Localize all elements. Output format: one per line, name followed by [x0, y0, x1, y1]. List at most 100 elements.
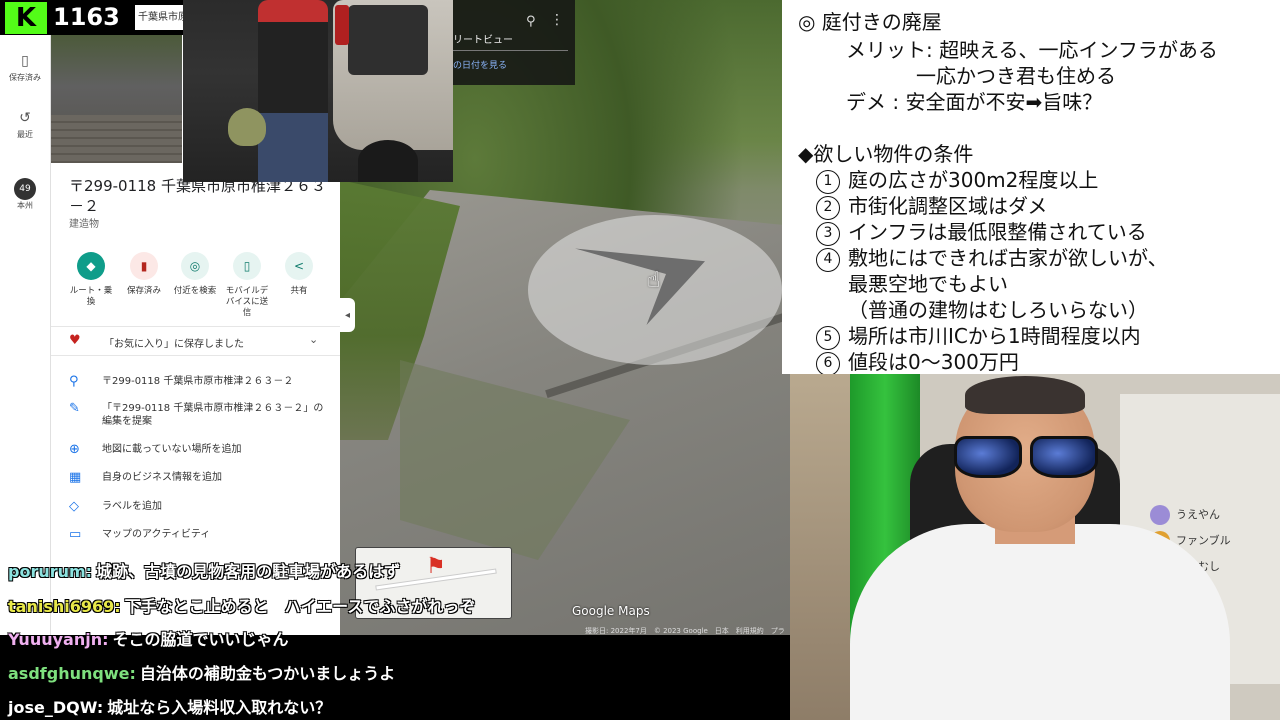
directions-button[interactable]: ◆ ルート・乗換 [69, 252, 113, 308]
google-maps-logo: Google Maps [572, 604, 650, 618]
chat-text: 下手なとこ止めると ハイエースでふさがれっぞ [124, 597, 476, 616]
chat-text: 城跡、古墳の見物客用の駐車場があるはず [96, 562, 401, 581]
van-wheel [358, 140, 418, 182]
chat-message: tanishi6969: 下手なとこ止めると ハイエースでふさがれっぞ [8, 593, 475, 617]
streetview-title: リートビュー [453, 35, 513, 46]
webcam-feed: うえやん ファンブル ぞなむし み [790, 374, 1280, 720]
condition-text: インフラは最低限整備されている [848, 220, 1147, 244]
chat-message: jose_DQW: 城址なら入場料収入取れない？ [8, 694, 331, 718]
slide-conditions-heading: ◆欲しい物件の条件 [798, 142, 974, 166]
info-text: 地図に載っていない場所を追加 [102, 444, 242, 455]
action-label: 付近を検索 [173, 286, 217, 296]
action-label: 共有 [290, 286, 308, 296]
location-pin-icon[interactable]: ⚲ [526, 14, 536, 29]
hand-cursor-icon: ☝ [647, 268, 661, 293]
info-text: 自身のビジネス情報を追加 [102, 472, 222, 483]
directions-icon: ◆ [77, 252, 105, 280]
nearby-icon: ◎ [181, 252, 209, 280]
nearby-button[interactable]: ◎ 付近を検索 [173, 252, 217, 297]
slide-merit-cont: 一応かつき君も住める [916, 64, 1116, 88]
condition-number: 6 [816, 352, 840, 376]
bag [228, 108, 266, 146]
condition-text: 庭の広さが300m2程度以上 [848, 168, 1099, 192]
streetview-header: ⚲ ⋮ リートビュー の日付を見る [450, 0, 575, 85]
kick-logo-icon: K [5, 2, 47, 34]
viewer-hud: K 1163 千葉県市原市 [0, 0, 186, 35]
chat-username: asdfghunqwe: [8, 664, 136, 683]
activity-icon: ▭ [69, 527, 82, 542]
inset-video [183, 0, 453, 182]
rail-item-saved[interactable]: ▯ 保存済み [0, 53, 50, 83]
bookmark-icon: ▯ [21, 53, 29, 69]
chat-text: そこの脇道でいいじゃん [112, 630, 289, 649]
label-icon: ◇ [69, 499, 79, 514]
location-pin-icon: ⚲ [69, 374, 79, 389]
info-text: 〒299-0118 千葉県市原市椎津２６３－２ [102, 376, 294, 387]
map-pin-icon: ⚑ [426, 554, 446, 579]
rail-item-recent[interactable]: ↺ 最近 [0, 110, 50, 140]
condition-number: 4 [816, 248, 840, 272]
send-to-phone-button[interactable]: ▯ モバイルデバイスに送信 [225, 252, 269, 319]
chat-text: 城址なら入場料収入取れない？ [107, 698, 332, 717]
member-entry: うえやん [1150, 505, 1220, 525]
lens [1030, 436, 1098, 478]
place-type: 建造物 [69, 219, 99, 230]
condition-6: 6 値段は0〜300万円 [816, 346, 1019, 376]
van-window [348, 5, 428, 75]
chat-message: Yuuuyanjn: そこの脇道でいいじゃん [8, 626, 289, 650]
chat-message: asdfghunqwe: 自治体の補助金もつかいましょうよ [8, 660, 395, 684]
condition-4-note: （普通の建物はむしろいらない） [848, 298, 1148, 322]
slide-merit: メリット: 超映える、一応インフラがある [846, 38, 1218, 62]
viewer-count: 1163 [53, 3, 120, 31]
lens [954, 436, 1022, 478]
saved-button[interactable]: ▮ 保存済み [122, 252, 166, 297]
action-label: 保存済み [126, 286, 161, 296]
condition-text: 敷地にはできれば古家が欲しいが、 [848, 246, 1168, 270]
add-location-icon: ⊕ [69, 442, 80, 457]
history-icon: ↺ [19, 110, 31, 126]
more-options-icon[interactable]: ⋮ [550, 12, 564, 28]
avatar [1150, 505, 1170, 525]
store-icon: ▦ [69, 470, 82, 485]
chat-username: porurum: [8, 562, 93, 581]
search-box-fragment[interactable]: 千葉県市原市 [135, 5, 186, 30]
rail-label: 保存済み [9, 73, 41, 82]
share-icon: < [285, 252, 313, 280]
see-dates-link[interactable]: の日付を見る [453, 58, 507, 71]
pencil-icon: ✎ [69, 401, 80, 416]
heart-icon: ♥ [69, 333, 81, 348]
saved-list-text: 「お気に入り」に保存しました [104, 339, 244, 350]
slide-demerit: デメ : 安全面が不安➡旨味？ [846, 90, 1103, 114]
info-text: マップのアクティビティ [102, 529, 211, 540]
chat-text: 自治体の補助金もつかいましょうよ [139, 664, 396, 683]
chat-username: Yuuuyanjn: [8, 630, 109, 649]
presentation-slide: ◎ 庭付きの廃屋 メリット: 超映える、一応インフラがある 一応かつき君も住める… [782, 0, 1280, 376]
action-label: ルート・乗換 [69, 286, 113, 307]
condition-4-cont: 最悪空地でもよい [848, 272, 1008, 296]
chat-username: jose_DQW: [8, 698, 104, 717]
maps-left-rail: ▯ 保存済み ↺ 最近 49 本州 [0, 35, 51, 635]
imagery-credit: 撮影日: 2022年7月 © 2023 Google 日本 利用規約 プラ [585, 627, 785, 635]
rail-item-honshu[interactable]: 49 本州 [0, 178, 50, 211]
map-thumbnail-badge: 49 [14, 178, 36, 200]
sunglasses-icon [950, 436, 1100, 478]
chat-message: porurum: 城跡、古墳の見物客用の駐車場があるはず [8, 558, 400, 582]
collapse-panel-button[interactable]: ◂ [340, 298, 355, 332]
van-tail-light [335, 5, 349, 45]
rail-label: 本州 [17, 201, 33, 210]
divider [453, 50, 568, 51]
condition-text: 市街化調整区域はダメ [848, 194, 1048, 218]
slide-heading: ◎ 庭付きの廃屋 [798, 10, 942, 34]
condition-text: 場所は市川ICから1時間程度以内 [848, 324, 1141, 348]
place-title: 〒299-0118 千葉県市原市椎津２６３－２ [69, 177, 326, 215]
info-text: 「〒299-0118 千葉県市原市椎津２６３－２」の編集を提案 [102, 403, 324, 427]
saved-list-row[interactable]: ♥ 「お気に入り」に保存しました ⌄ [51, 326, 340, 356]
chat-username: tanishi6969: [8, 597, 121, 616]
share-button[interactable]: < 共有 [277, 252, 321, 297]
place-photo[interactable] [51, 35, 182, 163]
shirt [850, 524, 1230, 720]
chevron-down-icon[interactable]: ⌄ [309, 333, 318, 346]
action-label: モバイルデバイスに送信 [225, 286, 269, 318]
info-text: ラベルを追加 [102, 501, 162, 512]
member-name: うえやん [1176, 508, 1220, 521]
